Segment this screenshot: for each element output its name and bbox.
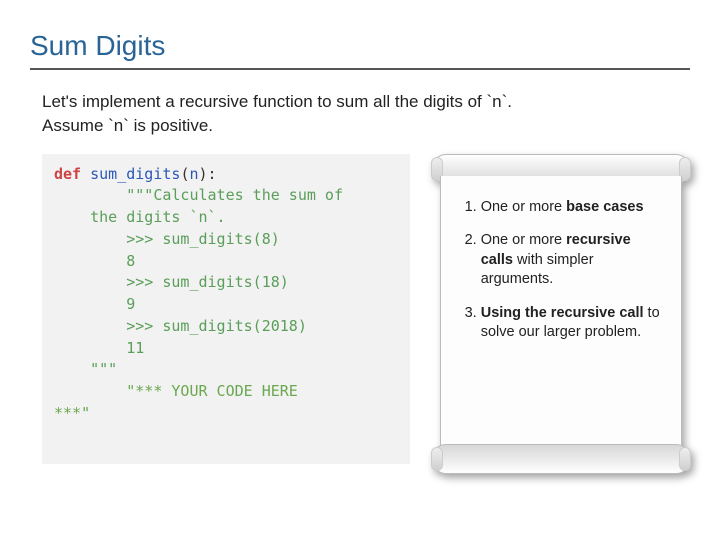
step-1-bold: base cases — [566, 199, 643, 215]
steps-list: One or more base cases One or more recur… — [463, 198, 663, 343]
docstring-open: """ — [126, 186, 153, 204]
slide-title: Sum Digits — [30, 30, 690, 70]
step-2: One or more recursive calls with simpler… — [481, 231, 663, 290]
function-name: sum_digits — [90, 165, 180, 183]
doctest-1-in: >>> sum_digits(8) — [126, 230, 280, 248]
content-row: def sum_digits(n): """Calculates the sum… — [42, 154, 690, 474]
placeholder-b: ***" — [54, 404, 90, 422]
intro-line-1: Let's implement a recursive function to … — [42, 92, 512, 111]
param-n: n — [189, 165, 198, 183]
doctest-1-out: 8 — [126, 252, 135, 270]
keyword-def: def — [54, 165, 81, 183]
step-3: Using the recursive call to solve our la… — [481, 304, 663, 343]
scroll-curl-bottom — [432, 444, 690, 474]
doc-line-2: the digits `n`. — [90, 208, 225, 226]
doctest-2-out: 9 — [126, 295, 135, 313]
code-block: def sum_digits(n): """Calculates the sum… — [42, 154, 410, 464]
doctest-2-in: >>> sum_digits(18) — [126, 273, 289, 291]
step-2-text-a: One or more — [481, 232, 566, 248]
scroll-body: One or more base cases One or more recur… — [440, 176, 682, 452]
doc-line-1: Calculates the sum of — [153, 186, 343, 204]
intro-text: Let's implement a recursive function to … — [42, 90, 682, 138]
step-1-text: One or more — [481, 199, 566, 215]
step-1: One or more base cases — [481, 198, 663, 218]
doctest-3-in: >>> sum_digits(2018) — [126, 317, 307, 335]
step-3-bold: Using the recursive call — [481, 305, 644, 321]
placeholder-a: "*** YOUR CODE HERE — [126, 382, 298, 400]
docstring-close: """ — [90, 360, 117, 378]
intro-line-2: Assume `n` is positive. — [42, 116, 213, 135]
scroll-panel: One or more base cases One or more recur… — [432, 154, 690, 474]
doctest-3-out: 11 — [126, 339, 144, 357]
